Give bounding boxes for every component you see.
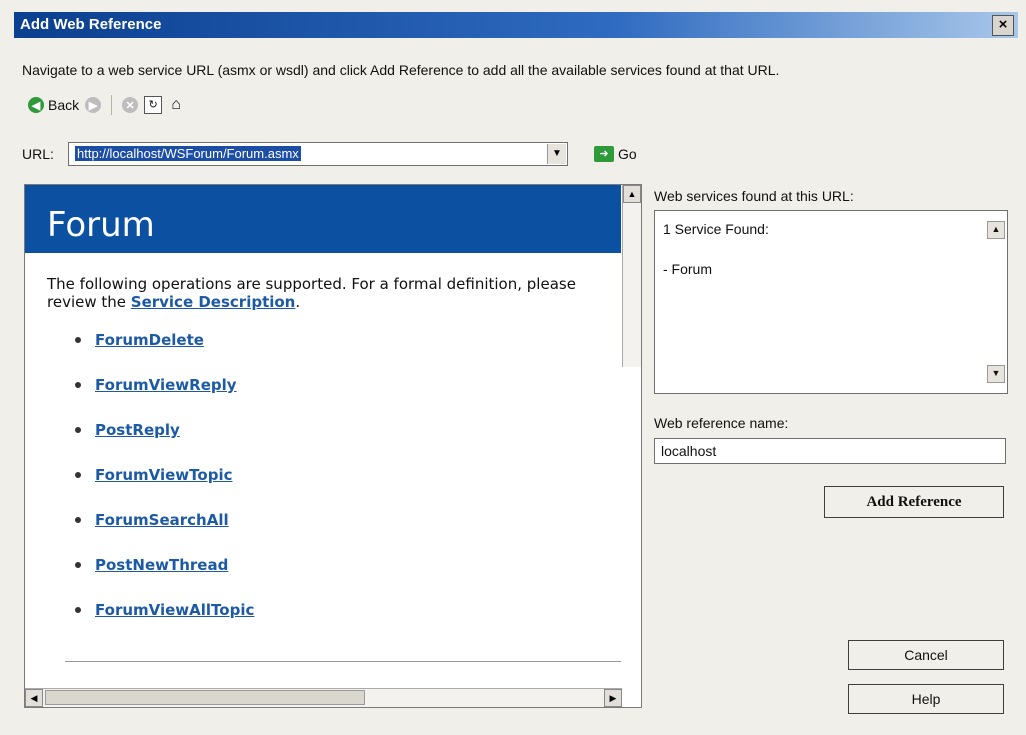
add-reference-button[interactable]: Add Reference [824,486,1004,518]
go-arrow-icon: ➜ [594,146,614,162]
operation-link[interactable]: ForumViewTopic [75,466,254,511]
title-bar: Add Web Reference × [14,12,1018,38]
service-description-link[interactable]: Service Description [131,293,296,311]
url-input[interactable]: http://localhost/WSForum/Forum.asmx [75,146,301,161]
operation-link[interactable]: PostNewThread [75,556,254,601]
help-button[interactable]: Help [848,684,1004,714]
back-label: Back [48,97,80,113]
description-suffix: . [295,293,301,311]
operation-link[interactable]: ForumSearchAll [75,511,254,556]
url-combobox[interactable]: http://localhost/WSForum/Forum.asmx ▼ [68,142,568,166]
services-found-label: Web services found at this URL: [654,188,854,204]
content-divider [65,661,621,662]
url-dropdown-button[interactable]: ▼ [547,144,566,164]
scroll-up-icon[interactable]: ▲ [623,185,641,203]
operation-link[interactable]: ForumViewAllTopic [75,601,254,646]
back-arrow-icon: ◀ [28,97,44,113]
operation-link[interactable]: ForumDelete [75,331,254,376]
scroll-thumb[interactable] [45,690,365,705]
operations-list: ForumDelete ForumViewReply PostReply For… [75,331,254,646]
service-browser-pane[interactable]: Forum ▲ The following operations are sup… [24,184,642,708]
go-button[interactable]: ➜ Go [594,146,637,162]
go-label: Go [618,146,637,162]
stop-icon[interactable]: ✕ [122,97,139,113]
reference-name-label: Web reference name: [654,415,789,431]
browser-vertical-scrollbar[interactable]: ▲ [622,185,641,367]
browser-header: Forum [25,185,621,253]
services-count: 1 Service Found: [663,221,769,237]
cancel-button[interactable]: Cancel [848,640,1004,670]
window-title: Add Web Reference [20,16,162,33]
close-button[interactable]: × [992,15,1014,36]
service-item: - Forum [663,261,712,277]
home-icon[interactable]: ⌂ [168,97,184,113]
browser-horizontal-scrollbar[interactable]: ◀ ▶ [25,688,622,707]
services-found-list[interactable]: 1 Service Found: - Forum ▲ ▼ [654,210,1008,394]
operation-link[interactable]: ForumViewReply [75,376,254,421]
scroll-up-icon[interactable]: ▲ [987,221,1005,239]
service-title: Forum [47,205,155,245]
scroll-left-icon[interactable]: ◀ [25,689,43,707]
forward-arrow-icon[interactable]: ▶ [85,97,102,113]
description-prefix: The following operations are supported. … [47,275,576,311]
add-web-reference-dialog: Add Web Reference × Navigate to a web se… [0,0,1026,735]
navigation-toolbar: ◀ Back ▶ ✕ ↻ ⌂ [28,92,184,118]
operation-link[interactable]: PostReply [75,421,254,466]
scroll-right-icon[interactable]: ▶ [604,689,622,707]
url-label: URL: [22,146,54,162]
toolbar-separator [111,95,113,115]
chevron-down-icon: ▼ [552,148,562,159]
instruction-text: Navigate to a web service URL (asmx or w… [22,62,780,78]
reference-name-input[interactable]: localhost [654,438,1006,464]
back-button[interactable]: ◀ Back [28,97,79,113]
operations-description: The following operations are supported. … [47,275,607,311]
refresh-icon[interactable]: ↻ [144,96,163,114]
scroll-down-icon[interactable]: ▼ [987,365,1005,383]
